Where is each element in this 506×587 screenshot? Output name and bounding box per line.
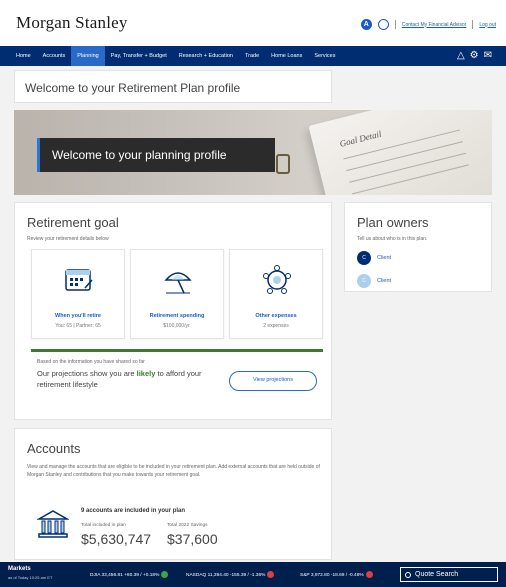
nav-services[interactable]: Services	[308, 46, 341, 66]
brand-logo[interactable]: Morgan Stanley	[16, 13, 128, 33]
total-savings-value: $37,600	[167, 531, 218, 547]
divider	[394, 20, 396, 29]
projection-text: Our projections show you are likely to a…	[37, 369, 202, 389]
quote-search-input[interactable]: Quote Search	[400, 567, 498, 582]
nav-research[interactable]: Research + Education	[173, 46, 239, 66]
top-right-links: A Contact My Financial Advisor Log out	[360, 19, 496, 30]
contact-advisor-link[interactable]: Contact My Financial Advisor	[402, 22, 466, 28]
owner-name: Client	[377, 278, 392, 284]
retirement-goal-card: Retirement goal Review your retirement d…	[14, 202, 332, 420]
accounts-title: Accounts	[27, 441, 81, 456]
calendar-icon	[65, 269, 93, 291]
markets-as-of: as of Today 10:25 am ET	[8, 575, 53, 580]
owner-item[interactable]: C Client	[357, 274, 391, 288]
owner-item[interactable]: C Client	[357, 251, 391, 265]
projection-intro: Based on the information you have shared…	[37, 359, 145, 365]
accounts-card: Accounts View and manage the accounts th…	[14, 428, 332, 560]
banner-paper-text: Goal Detail	[338, 128, 383, 149]
main-nav: Home Accounts Planning Pay, Transfer + B…	[0, 46, 506, 66]
tile-spending-value: $100,000/yr.	[163, 323, 191, 329]
binder-clip-image	[276, 154, 290, 174]
down-arrow-icon	[267, 571, 275, 578]
search-icon	[405, 572, 411, 578]
tile-expenses-title: Other expenses	[255, 313, 297, 319]
expenses-icon	[263, 265, 291, 294]
bell-icon[interactable]: △	[457, 50, 465, 62]
divider	[472, 20, 474, 29]
help-icon[interactable]	[377, 19, 389, 30]
top-bar: Morgan Stanley A Contact My Financial Ad…	[0, 0, 506, 46]
owner-name: Client	[377, 255, 392, 261]
markets-title: Markets	[8, 566, 31, 572]
ticker-nasdaq[interactable]: NASDAQ 11,394.40 -155.39 / -1.36%	[186, 571, 275, 578]
accounts-count: 9 accounts are included in your plan	[81, 508, 186, 514]
accounts-description: View and manage the accounts that are el…	[27, 464, 320, 478]
tile-retire-age[interactable]: When you'll retire You: 65 | Partner: 65	[31, 249, 125, 339]
nav-trade[interactable]: Trade	[239, 46, 265, 66]
tile-expenses-value: 2 expenses	[263, 323, 289, 329]
tile-other-expenses[interactable]: Other expenses 2 expenses	[229, 249, 323, 339]
banner-label: Welcome to your planning profile	[37, 138, 275, 172]
banner-label-text: Welcome to your planning profile	[52, 148, 227, 162]
projection-panel: Based on the information you have shared…	[31, 349, 323, 407]
tile-retirement-spending[interactable]: Retirement spending $100,000/yr.	[130, 249, 224, 339]
gear-icon[interactable]: ⚙	[470, 50, 479, 62]
nav-planning[interactable]: Planning	[71, 46, 105, 66]
total-savings-label: Total 2022 Savings	[167, 523, 208, 528]
total-included-value: $5,630,747	[81, 531, 152, 547]
page-title-card: Welcome to your Retirement Plan profile	[14, 70, 332, 103]
banner-paper-image: Goal Detail	[308, 110, 492, 195]
retirement-goal-subtitle: Review your retirement details below	[27, 236, 109, 242]
hero-banner: Goal Detail Welcome to your planning pro…	[14, 110, 492, 195]
owner-avatar: C	[357, 274, 371, 288]
umbrella-icon	[164, 272, 192, 294]
ticker-djia[interactable]: DJIA 33,456.81 +60.39 / +0.18%	[90, 571, 169, 578]
nav-home-loans[interactable]: Home Loans	[265, 46, 308, 66]
ticker-sp[interactable]: S&P 3,972.80 -18.69 / -0.48%	[300, 571, 373, 578]
nav-pay-transfer[interactable]: Pay, Transfer + Budget	[105, 46, 173, 66]
view-projections-button[interactable]: View projections	[229, 371, 317, 391]
page-title: Welcome to your Retirement Plan profile	[25, 81, 241, 95]
nav-accounts[interactable]: Accounts	[37, 46, 72, 66]
bank-icon	[37, 510, 69, 538]
nav-home[interactable]: Home	[10, 46, 37, 66]
nav-icons: △ ⚙ ✉	[457, 50, 492, 62]
quote-search-placeholder: Quote Search	[415, 571, 459, 578]
user-avatar[interactable]: A	[360, 19, 372, 30]
owner-avatar: C	[357, 251, 371, 265]
up-arrow-icon	[161, 571, 169, 578]
plan-owners-card: Plan owners Tell us about who is in this…	[344, 202, 492, 292]
tile-retire-title: When you'll retire	[55, 313, 101, 319]
markets-ticker: Markets as of Today 10:25 am ET DJIA 33,…	[0, 562, 506, 587]
down-arrow-icon	[365, 571, 373, 578]
retirement-goal-title: Retirement goal	[27, 215, 119, 230]
mail-icon[interactable]: ✉	[484, 50, 492, 62]
logout-link[interactable]: Log out	[479, 22, 496, 28]
projection-likely: likely	[136, 369, 156, 378]
tile-retire-value: You: 65 | Partner: 65	[55, 323, 101, 329]
plan-owners-subtitle: Tell us about who is in this plan.	[357, 236, 428, 242]
plan-owners-title: Plan owners	[357, 215, 429, 230]
tile-spending-title: Retirement spending	[149, 313, 205, 319]
total-included-label: Total included in plan	[81, 523, 126, 528]
